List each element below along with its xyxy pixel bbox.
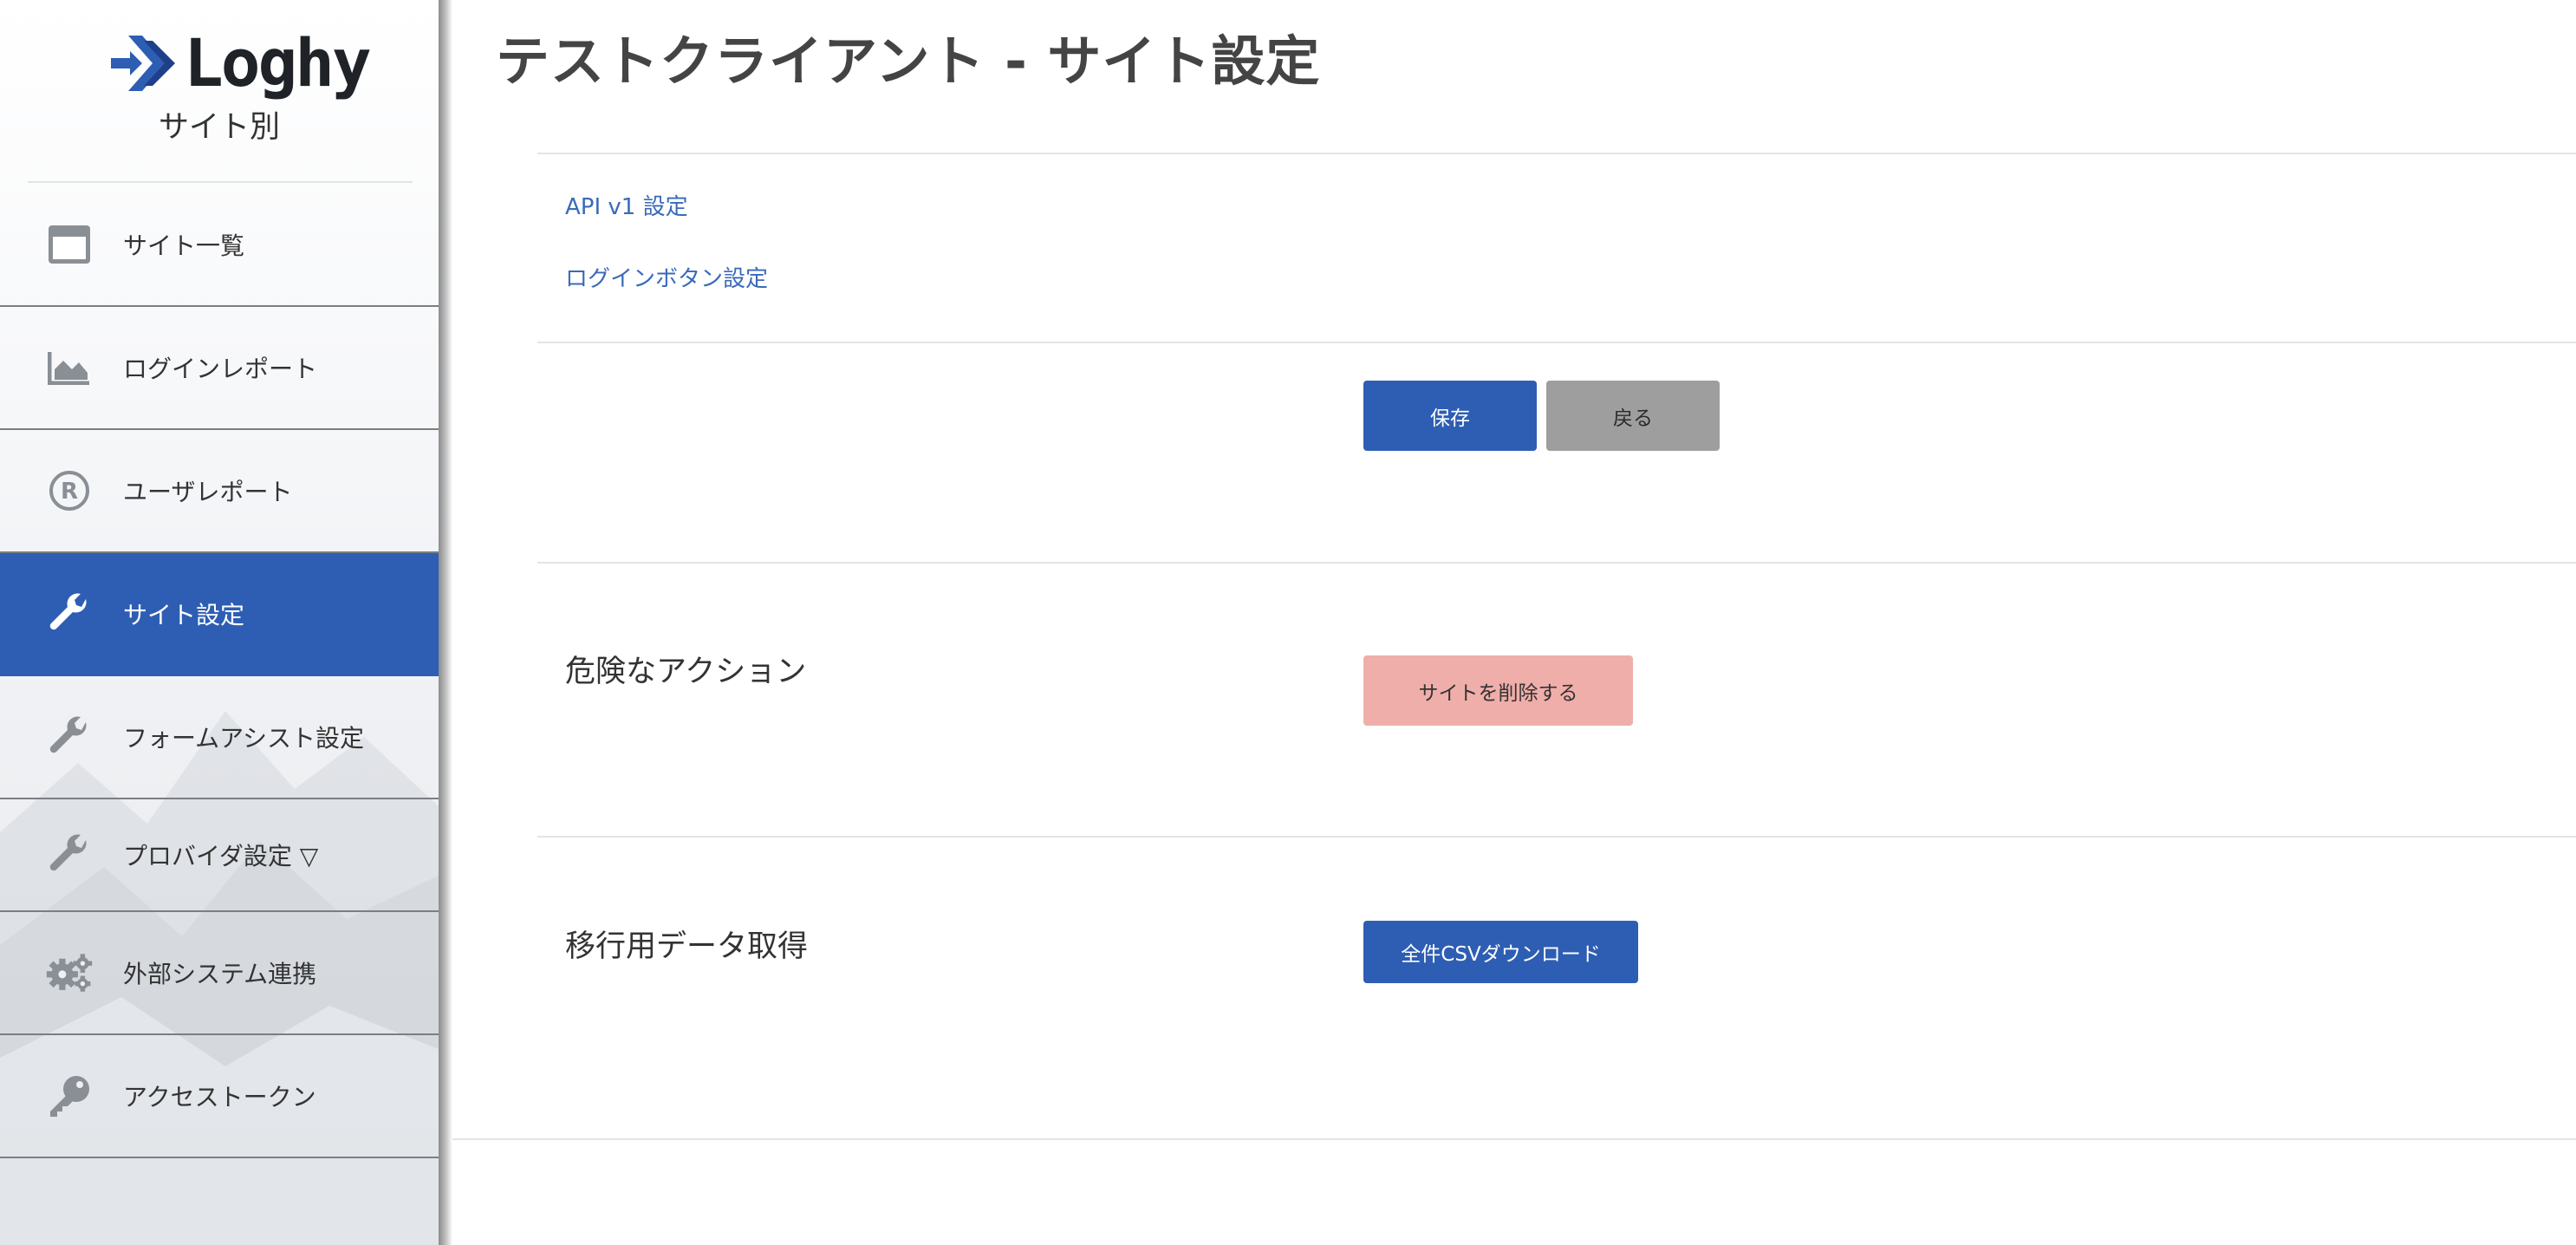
- key-icon: [45, 1072, 94, 1120]
- sidebar-item-login-report[interactable]: ログインレポート: [0, 307, 439, 430]
- logo-area: Loghy サイト別: [0, 0, 439, 183]
- back-button[interactable]: 戻る: [1546, 381, 1720, 451]
- sidebar-item-label: ログインレポート: [123, 355, 318, 383]
- sidebar-item-label: ユーザレポート: [123, 478, 293, 506]
- login-button-settings-link[interactable]: ログインボタン設定: [565, 261, 768, 293]
- sidebar-nav: サイト一覧 ログインレポート R ユーザレポート サイト設定 フォームアシスト設…: [0, 184, 439, 1158]
- gears-icon: [45, 948, 94, 997]
- sidebar: Loghy サイト別 サイト一覧 ログインレポート R ユーザレポート サイト設…: [0, 0, 439, 1245]
- sidebar-item-label: サイト一覧: [123, 231, 245, 260]
- logo-divider: [28, 181, 413, 183]
- sidebar-item-label: プロバイダ設定 ▽: [123, 842, 319, 870]
- sidebar-item-label: サイト設定: [123, 601, 245, 629]
- csv-download-button[interactable]: 全件CSVダウンロード: [1363, 921, 1638, 983]
- danger-actions-heading: 危険なアクション: [565, 655, 807, 689]
- main-content: テストクライアント - サイト設定 API v1 設定 ログインボタン設定 保存…: [452, 0, 2576, 1245]
- divider: [537, 836, 2576, 838]
- registered-icon: R: [45, 466, 94, 515]
- page-title: テストクライアント - サイト設定: [496, 29, 1321, 93]
- divider: [452, 1138, 2576, 1140]
- sidebar-item-site-settings[interactable]: サイト設定: [0, 553, 439, 676]
- wrench-icon: [45, 590, 94, 638]
- sidebar-item-user-report[interactable]: R ユーザレポート: [0, 430, 439, 553]
- sidebar-shadow: [439, 0, 452, 1245]
- sidebar-item-access-token[interactable]: アクセストークン: [0, 1035, 439, 1158]
- svg-text:R: R: [61, 479, 78, 505]
- wrench-icon: [45, 831, 94, 879]
- api-v1-settings-link[interactable]: API v1 設定: [565, 189, 688, 221]
- migration-data-heading: 移行用データ取得: [565, 929, 809, 964]
- divider: [537, 342, 2576, 343]
- sidebar-subtitle: サイト別: [158, 110, 280, 145]
- save-button[interactable]: 保存: [1363, 381, 1537, 451]
- area-chart-icon: [45, 343, 94, 392]
- wrench-icon: [45, 713, 94, 761]
- logo[interactable]: Loghy: [109, 24, 372, 101]
- logo-mark-icon: [111, 36, 175, 91]
- sidebar-item-label: 外部システム連携: [123, 960, 317, 988]
- sidebar-item-external-systems[interactable]: 外部システム連携: [0, 912, 439, 1035]
- divider: [537, 562, 2576, 564]
- sidebar-item-provider-settings[interactable]: プロバイダ設定 ▽: [0, 799, 439, 912]
- sidebar-item-form-assist[interactable]: フォームアシスト設定: [0, 676, 439, 799]
- sidebar-item-label: フォームアシスト設定: [123, 724, 365, 753]
- logo-text: Loghy: [184, 24, 372, 101]
- window-icon: [45, 220, 94, 269]
- sidebar-item-site-list[interactable]: サイト一覧: [0, 184, 439, 307]
- sidebar-item-label: アクセストークン: [123, 1083, 316, 1111]
- delete-site-button[interactable]: サイトを削除する: [1363, 655, 1633, 726]
- divider: [537, 153, 2576, 154]
